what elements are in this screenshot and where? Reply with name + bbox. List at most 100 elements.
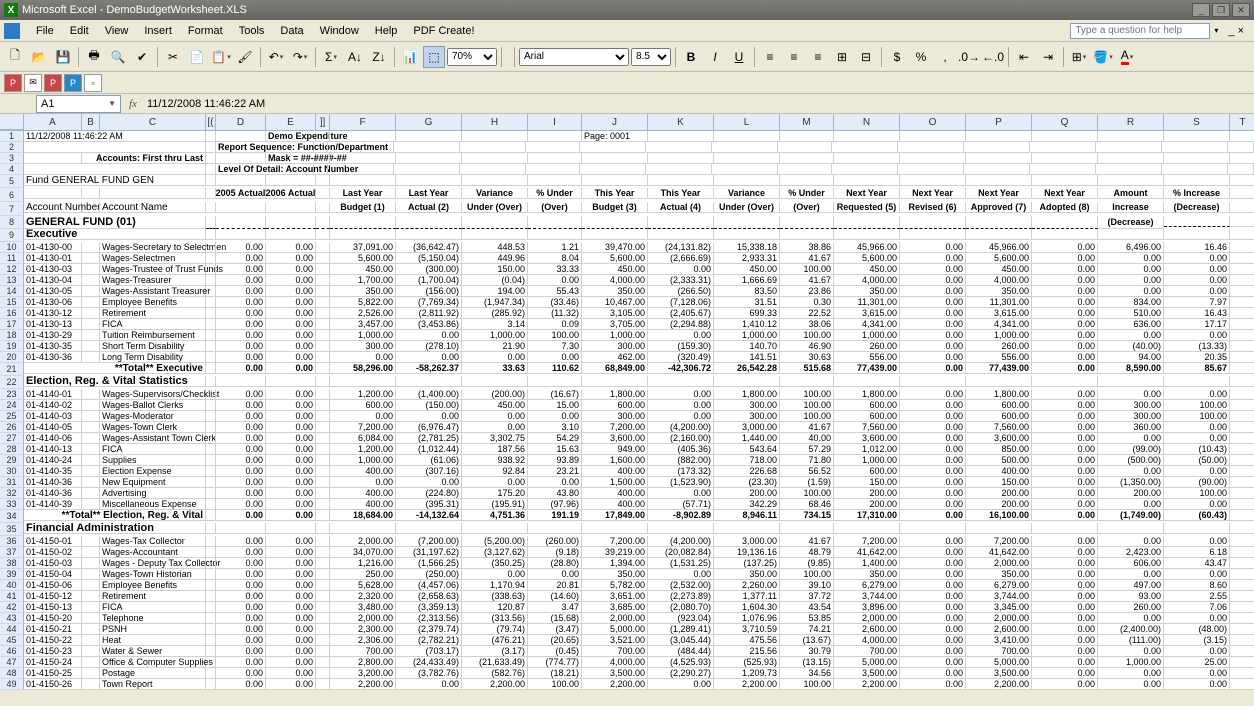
row-header-36[interactable]: 36: [0, 536, 24, 547]
menu-view[interactable]: View: [97, 23, 137, 39]
row-header-21[interactable]: 21: [0, 363, 24, 376]
row-header-34[interactable]: 34: [0, 510, 24, 523]
row-header-44[interactable]: 44: [0, 624, 24, 635]
underline-icon[interactable]: U: [728, 46, 750, 68]
col-header-G[interactable]: G: [396, 114, 462, 130]
col-header-Q[interactable]: Q: [1032, 114, 1098, 130]
open-icon[interactable]: 📂: [28, 46, 50, 68]
drawing-icon[interactable]: ⬚: [423, 46, 445, 68]
row-header-39[interactable]: 39: [0, 569, 24, 580]
fill-color-icon[interactable]: 🪣▾: [1092, 46, 1114, 68]
row-header-32[interactable]: 32: [0, 488, 24, 499]
font-select[interactable]: Arial: [519, 48, 629, 66]
row-header-19[interactable]: 19: [0, 341, 24, 352]
col-header-K[interactable]: K: [648, 114, 714, 130]
row-header-47[interactable]: 47: [0, 657, 24, 668]
row-header-45[interactable]: 45: [0, 635, 24, 646]
pdf-icon-1[interactable]: P: [4, 74, 22, 92]
menu-help[interactable]: Help: [367, 23, 406, 39]
wrap-icon[interactable]: ⊟: [855, 46, 877, 68]
paste-icon[interactable]: 📋▾: [210, 46, 232, 68]
row-header-48[interactable]: 48: [0, 668, 24, 679]
save-icon[interactable]: 💾: [52, 46, 74, 68]
row-header-41[interactable]: 41: [0, 591, 24, 602]
align-right-icon[interactable]: ≡: [807, 46, 829, 68]
row-header-13[interactable]: 13: [0, 275, 24, 286]
row-header-40[interactable]: 40: [0, 580, 24, 591]
zoom-select[interactable]: 70%: [447, 48, 497, 66]
bold-icon[interactable]: B: [680, 46, 702, 68]
row-header-2[interactable]: 2: [0, 142, 24, 153]
borders-icon[interactable]: ⊞▾: [1068, 46, 1090, 68]
fx-icon[interactable]: fx: [129, 98, 137, 110]
row-header-29[interactable]: 29: [0, 455, 24, 466]
help-search-input[interactable]: [1070, 23, 1210, 39]
row-header-25[interactable]: 25: [0, 411, 24, 422]
row-header-38[interactable]: 38: [0, 558, 24, 569]
minimize-button[interactable]: _: [1192, 3, 1210, 17]
menu-data[interactable]: Data: [272, 23, 311, 39]
align-center-icon[interactable]: ≡: [783, 46, 805, 68]
redo-icon[interactable]: ↷▾: [289, 46, 311, 68]
row-header-27[interactable]: 27: [0, 433, 24, 444]
col-header-A[interactable]: A: [24, 114, 82, 130]
undo-icon[interactable]: ↶▾: [265, 46, 287, 68]
row-header-33[interactable]: 33: [0, 499, 24, 510]
col-header-N[interactable]: N: [834, 114, 900, 130]
print-icon[interactable]: 🖶: [83, 46, 105, 68]
col-header-]][interactable]: ]]: [316, 114, 330, 130]
row-header-28[interactable]: 28: [0, 444, 24, 455]
spreadsheet-grid[interactable]: ABC[(DE]]FGHIJKLMNOPQRST 111/12/2008 11:…: [0, 114, 1254, 690]
menu-format[interactable]: Format: [180, 23, 231, 39]
row-header-24[interactable]: 24: [0, 400, 24, 411]
namebox-dropdown-icon[interactable]: ▼: [108, 99, 116, 108]
menu-insert[interactable]: Insert: [136, 23, 180, 39]
row-header-12[interactable]: 12: [0, 264, 24, 275]
decrease-indent-icon[interactable]: ⇤: [1013, 46, 1035, 68]
row-header-8[interactable]: 8: [0, 216, 24, 229]
row-header-11[interactable]: 11: [0, 253, 24, 264]
row-header-26[interactable]: 26: [0, 422, 24, 433]
sort-asc-icon[interactable]: A↓: [344, 46, 366, 68]
col-header-S[interactable]: S: [1164, 114, 1230, 130]
format-painter-icon[interactable]: 🖌: [234, 46, 256, 68]
close-button[interactable]: ✕: [1232, 3, 1250, 17]
pdf-icon-4[interactable]: ▫: [84, 74, 102, 92]
row-header-49[interactable]: 49: [0, 679, 24, 690]
row-header-42[interactable]: 42: [0, 602, 24, 613]
row-header-15[interactable]: 15: [0, 297, 24, 308]
row-header-20[interactable]: 20: [0, 352, 24, 363]
col-header-O[interactable]: O: [900, 114, 966, 130]
row-header-4[interactable]: 4: [0, 164, 24, 175]
menu-pdfcreate[interactable]: PDF Create!: [405, 23, 482, 39]
col-header-M[interactable]: M: [780, 114, 834, 130]
decrease-decimal-icon[interactable]: ←.0: [982, 46, 1004, 68]
menu-edit[interactable]: Edit: [62, 23, 97, 39]
copy-icon[interactable]: 📄: [186, 46, 208, 68]
help-dropdown-icon[interactable]: ▾: [1214, 26, 1218, 35]
menu-window[interactable]: Window: [312, 23, 367, 39]
name-box[interactable]: A1 ▼: [36, 95, 121, 113]
new-icon[interactable]: 🗋: [4, 46, 26, 68]
chart-icon[interactable]: 📊: [399, 46, 421, 68]
sort-desc-icon[interactable]: Z↓: [368, 46, 390, 68]
row-header-46[interactable]: 46: [0, 646, 24, 657]
restore-button[interactable]: ❐: [1212, 3, 1230, 17]
row-header-37[interactable]: 37: [0, 547, 24, 558]
row-header-6[interactable]: 6: [0, 188, 24, 202]
col-header-R[interactable]: R: [1098, 114, 1164, 130]
align-left-icon[interactable]: ≡: [759, 46, 781, 68]
row-header-30[interactable]: 30: [0, 466, 24, 477]
font-color-icon[interactable]: A▾: [1116, 46, 1138, 68]
col-header-H[interactable]: H: [462, 114, 528, 130]
pdf-icon-2[interactable]: P: [44, 74, 62, 92]
font-size-select[interactable]: 8.5: [631, 48, 671, 66]
menu-tools[interactable]: Tools: [231, 23, 273, 39]
formula-value[interactable]: 11/12/2008 11:46:22 AM: [143, 98, 269, 110]
col-header-T[interactable]: T: [1230, 114, 1254, 130]
italic-icon[interactable]: I: [704, 46, 726, 68]
row-header-43[interactable]: 43: [0, 613, 24, 624]
autosum-icon[interactable]: Σ▾: [320, 46, 342, 68]
row-header-9[interactable]: 9: [0, 229, 24, 242]
row-header-10[interactable]: 10: [0, 242, 24, 253]
